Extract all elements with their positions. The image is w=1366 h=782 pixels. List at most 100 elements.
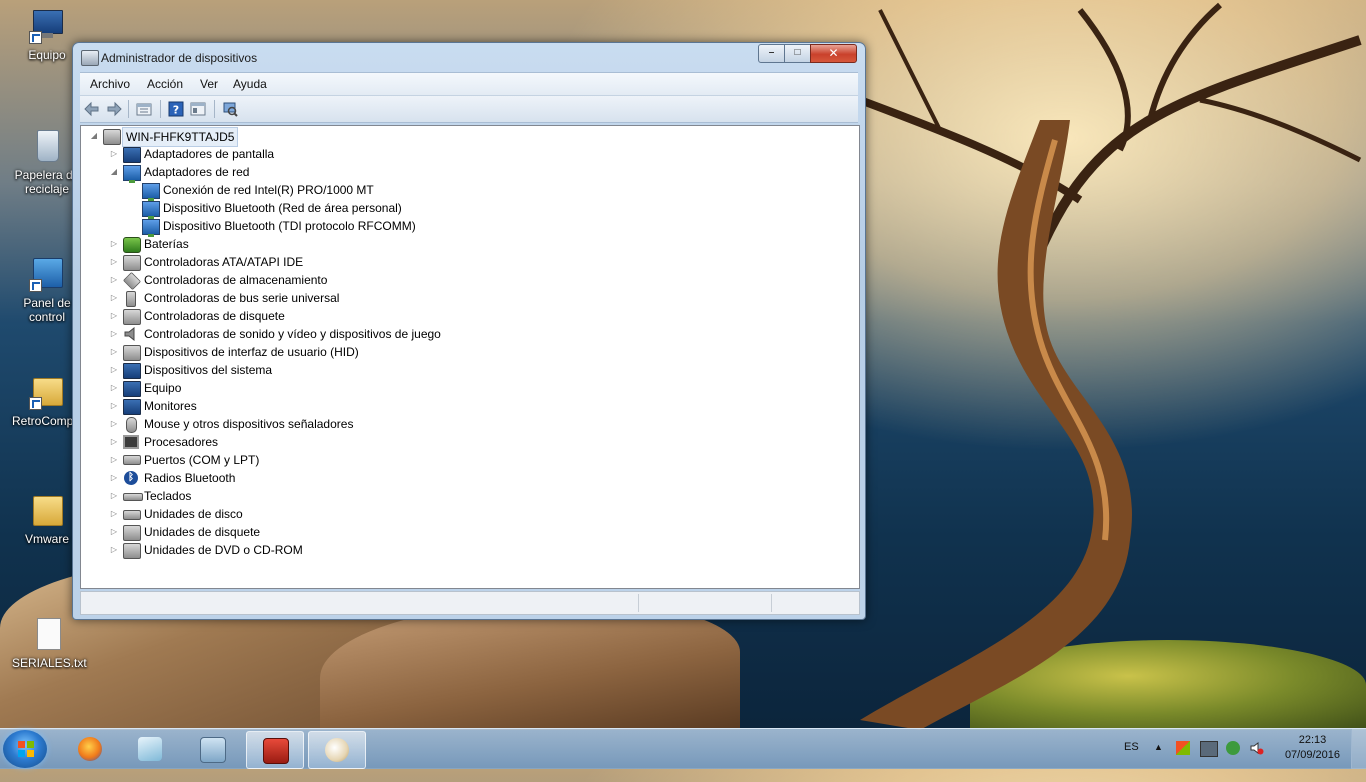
device-manager-window[interactable]: Administrador de dispositivos – □ ✕ Arch…: [72, 42, 866, 620]
toolbar-separator: [214, 100, 215, 118]
properties-icon[interactable]: [190, 101, 206, 117]
calculator-icon: [200, 737, 226, 763]
close-icon: ✕: [828, 46, 839, 60]
control-panel-icon: [29, 256, 65, 292]
mouse-icon: [126, 417, 137, 433]
start-button[interactable]: [3, 730, 47, 768]
network-status-icon[interactable]: [1200, 741, 1218, 757]
ide-controller-icon: [123, 255, 141, 271]
bluetooth-icon: ᛒ: [124, 471, 138, 485]
menu-archivo[interactable]: Archivo: [90, 77, 130, 91]
status-bar: [80, 591, 860, 615]
taskbar-device-manager[interactable]: [246, 731, 304, 769]
expand-arrow-icon[interactable]: ▷: [109, 361, 119, 379]
expand-arrow-icon[interactable]: ▷: [109, 343, 119, 361]
firefox-icon: [78, 737, 102, 761]
taskbar-paint[interactable]: [308, 731, 366, 769]
expand-arrow-icon[interactable]: ▷: [109, 145, 119, 163]
expand-arrow-icon[interactable]: ▷: [109, 325, 119, 343]
wallpaper-tree-trunk: [860, 120, 1132, 730]
battery-icon: [123, 237, 141, 253]
taskbar-firefox[interactable]: [62, 731, 118, 767]
expand-arrow-icon[interactable]: ▷: [109, 415, 119, 433]
expand-arrow-icon[interactable]: ▷: [109, 397, 119, 415]
help-icon[interactable]: ?: [168, 101, 184, 117]
desktop-icon-seriales[interactable]: SERIALES.txt: [12, 616, 87, 670]
scan-hardware-icon[interactable]: [222, 101, 238, 117]
text-file-icon: [29, 616, 65, 652]
maximize-button[interactable]: □: [784, 44, 811, 63]
expand-arrow-icon[interactable]: ▷: [109, 487, 119, 505]
user-folder-icon: [29, 374, 65, 410]
expand-arrow-icon[interactable]: ▷: [109, 505, 119, 523]
disk-drive-icon: [123, 510, 141, 520]
minimize-icon: –: [768, 47, 775, 58]
windows-logo-icon: [18, 741, 34, 757]
port-icon: [123, 455, 141, 465]
show-hide-tree-icon[interactable]: [136, 101, 152, 117]
show-hidden-icons-icon[interactable]: ▲: [1154, 742, 1163, 782]
close-button[interactable]: ✕: [810, 44, 857, 63]
language-indicator[interactable]: ES: [1124, 741, 1139, 781]
dvd-drive-icon: [123, 543, 141, 559]
folder-icon: [29, 492, 65, 528]
collapse-arrow-icon[interactable]: ◢: [109, 163, 119, 181]
expand-arrow-icon[interactable]: ▷: [109, 433, 119, 451]
display-adapter-icon: [123, 147, 141, 163]
title-bar[interactable]: Administrador de dispositivos – □ ✕: [73, 43, 865, 71]
expand-arrow-icon[interactable]: ▷: [109, 523, 119, 541]
device-tree[interactable]: ◢ WIN-FHFK9TTAJD5 ▷ Adaptadores de panta…: [80, 125, 860, 589]
maximize-icon: □: [794, 47, 801, 58]
toolbar-separator: [128, 100, 129, 118]
network-adapter-icon: [142, 201, 160, 219]
toolbar: ?: [80, 95, 858, 123]
hid-icon: [123, 345, 141, 361]
expand-arrow-icon[interactable]: ▷: [109, 379, 119, 397]
keyboard-icon: [123, 493, 143, 501]
expand-arrow-icon[interactable]: ▷: [109, 451, 119, 469]
expand-arrow-icon[interactable]: ▷: [109, 253, 119, 271]
volume-muted-icon[interactable]: [1250, 741, 1264, 755]
back-arrow-icon[interactable]: [84, 101, 100, 117]
status-divider: [638, 594, 639, 612]
floppy-drive-icon: [123, 525, 141, 541]
expand-arrow-icon[interactable]: ▷: [109, 235, 119, 253]
storage-controller-icon: [122, 271, 142, 291]
show-desktop-button[interactable]: [1351, 729, 1366, 769]
recycle-bin-icon: [29, 128, 65, 164]
device-manager-icon: [81, 50, 99, 66]
forward-arrow-icon[interactable]: [106, 101, 122, 117]
expand-arrow-icon[interactable]: ▷: [109, 469, 119, 487]
menu-ver[interactable]: Ver: [200, 77, 218, 91]
menu-bar: Archivo Acción Ver Ayuda: [80, 72, 858, 95]
computer-icon: [29, 8, 65, 44]
clock-date: 07/09/2016: [1284, 749, 1340, 761]
taskbar-notepad[interactable]: [122, 731, 178, 767]
svg-text:?: ?: [173, 104, 179, 117]
computer-icon: [123, 381, 141, 397]
minimize-button[interactable]: –: [758, 44, 785, 63]
usb-icon: [126, 291, 136, 307]
monitor-icon: [123, 399, 141, 415]
window-title: Administrador de dispositivos: [101, 51, 258, 65]
menu-accion[interactable]: Acción: [147, 77, 183, 91]
paint-icon: [325, 738, 349, 762]
toolbox-icon: [263, 738, 289, 764]
computer-root-icon: [103, 129, 121, 145]
taskbar-calculator[interactable]: [184, 731, 240, 767]
expand-arrow-icon[interactable]: ▷: [109, 271, 119, 289]
system-clock[interactable]: 22:13 07/09/2016: [1285, 733, 1340, 763]
network-adapter-icon: [142, 219, 160, 237]
safely-remove-icon[interactable]: [1226, 741, 1240, 755]
processor-icon: [123, 435, 139, 449]
expand-arrow-icon[interactable]: ▷: [109, 541, 119, 559]
network-adapter-icon: [142, 183, 160, 201]
taskbar: ES ▲ 22:13 07/09/2016: [0, 728, 1366, 769]
expand-arrow-icon[interactable]: ▷: [109, 307, 119, 325]
collapse-arrow-icon[interactable]: ◢: [89, 127, 99, 145]
expand-arrow-icon[interactable]: ▷: [109, 289, 119, 307]
action-center-icon[interactable]: [1176, 741, 1190, 755]
network-adapter-icon: [123, 165, 141, 183]
menu-ayuda[interactable]: Ayuda: [233, 77, 267, 91]
system-device-icon: [123, 363, 141, 379]
